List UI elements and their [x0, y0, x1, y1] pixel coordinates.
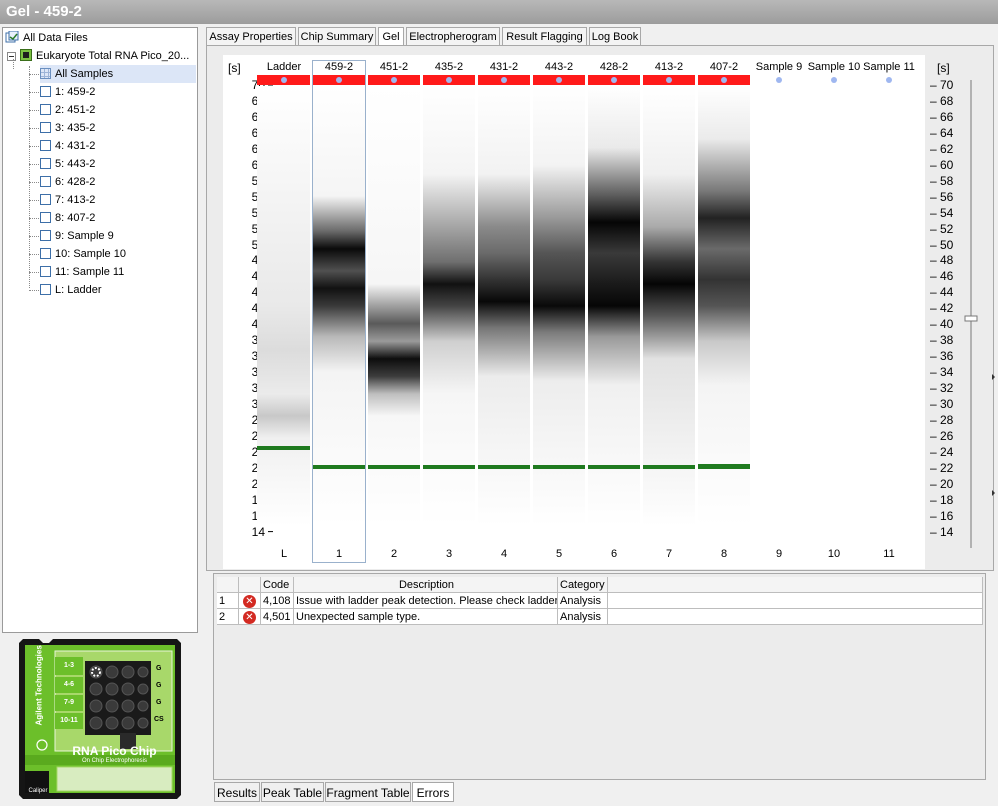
error-icon: ✕	[243, 611, 256, 624]
column-header-code[interactable]: Code	[261, 577, 294, 593]
table-cell	[608, 609, 983, 625]
tab-results[interactable]: Results	[214, 782, 260, 802]
tab-peak-table[interactable]: Peak Table	[261, 782, 324, 802]
row-number: 2	[217, 609, 239, 625]
zoom-slider[interactable]	[958, 78, 998, 558]
tab-fragment-table[interactable]: Fragment Table	[325, 782, 411, 802]
error-category: Analysis	[558, 609, 608, 625]
error-code: 4,501	[261, 609, 294, 625]
table-header	[217, 577, 239, 593]
error-icon: ✕	[243, 595, 256, 608]
row-number: 1	[217, 593, 239, 609]
error-description: Issue with ladder peak detection. Please…	[294, 593, 558, 609]
table-cell	[608, 593, 983, 609]
error-category: Analysis	[558, 593, 608, 609]
column-header-description[interactable]: Description	[294, 577, 558, 593]
table-header	[239, 577, 261, 593]
column-header-category[interactable]: Category	[558, 577, 608, 593]
table-row[interactable]: ✕	[239, 609, 261, 625]
table-row[interactable]: ✕	[239, 593, 261, 609]
tab-errors[interactable]: Errors	[412, 782, 454, 802]
error-description: Unexpected sample type.	[294, 609, 558, 625]
table-header	[608, 577, 983, 593]
error-code: 4,108	[261, 593, 294, 609]
